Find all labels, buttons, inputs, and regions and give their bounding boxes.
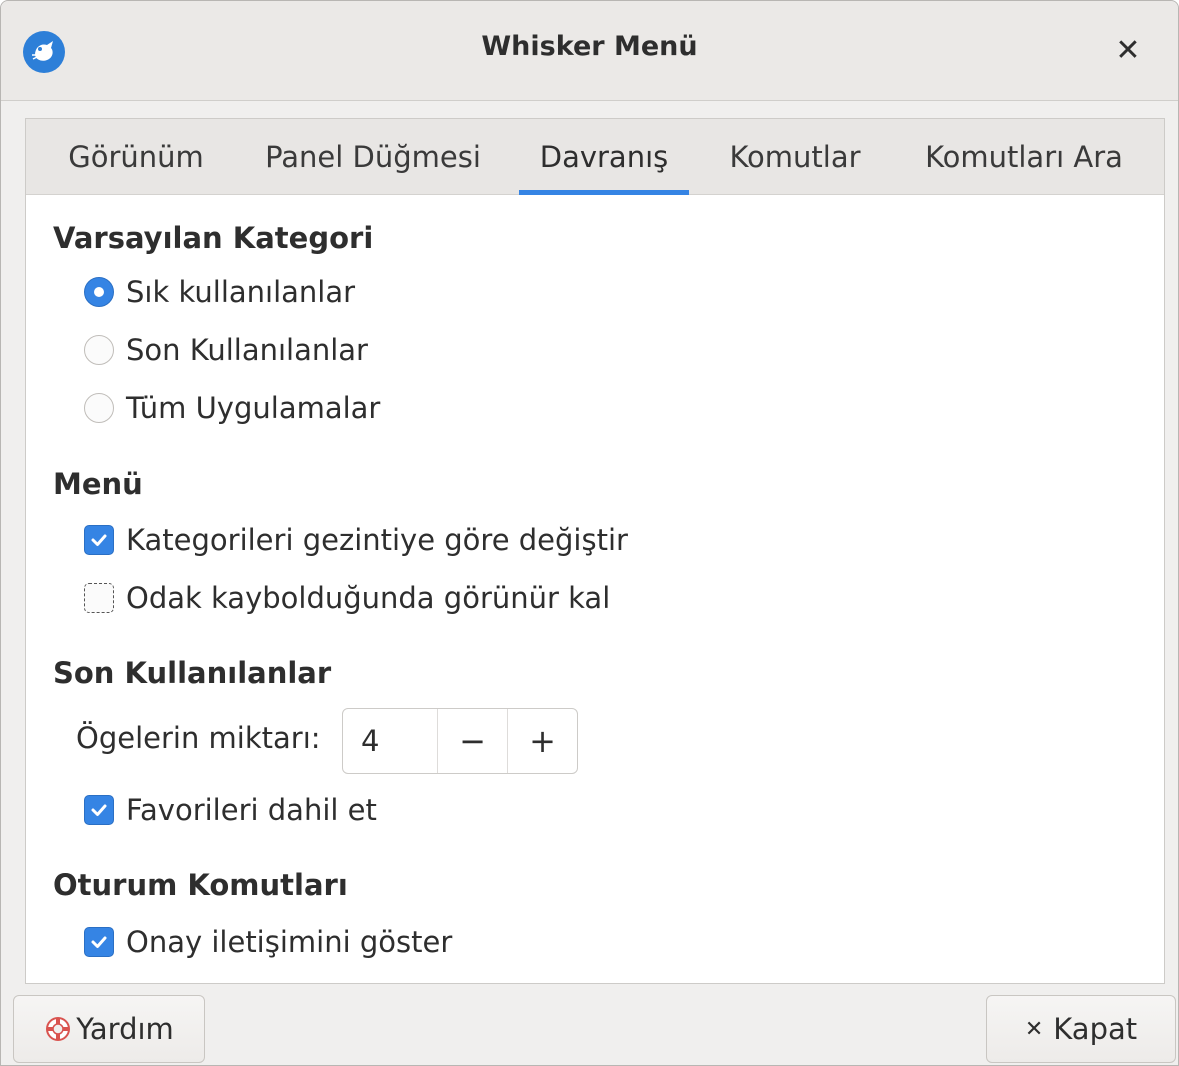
tab-label: Görünüm <box>68 140 204 174</box>
tab-gorunum[interactable]: Görünüm <box>48 119 224 195</box>
radio-recent[interactable]: Son Kullanılanlar <box>84 330 368 370</box>
radio-all-applications[interactable]: Tüm Uygulamalar <box>84 388 380 428</box>
close-icon[interactable]: ✕ <box>1108 31 1148 71</box>
item-amount-label: Ögelerin miktarı: <box>76 721 321 755</box>
checkbox-switch-categories-on-hover[interactable]: Kategorileri gezintiye göre değiştir <box>84 520 628 560</box>
close-icon: ✕ <box>1024 1016 1044 1042</box>
checkbox-checked[interactable] <box>84 927 114 957</box>
checkbox-label: Onay iletişimini göster <box>126 925 453 959</box>
tab-panel-dugmesi[interactable]: Panel Düğmesi <box>248 119 498 195</box>
titlebar[interactable]: Whisker Menü ✕ <box>1 1 1178 101</box>
radio-button-selected[interactable] <box>84 277 114 307</box>
checkmark-icon <box>91 804 107 816</box>
section-recent: Son Kullanılanlar <box>53 656 332 690</box>
radio-button[interactable] <box>84 335 114 365</box>
help-button-label: Yardım <box>76 1012 174 1046</box>
checkbox-unchecked[interactable] <box>84 583 114 613</box>
radio-favorites[interactable]: Sık kullanılanlar <box>84 272 355 312</box>
tab-komutlari-ara[interactable]: Komutları Ara <box>906 119 1142 195</box>
item-amount-input[interactable]: 4 <box>343 709 437 773</box>
checkbox-include-favorites[interactable]: Favorileri dahil et <box>84 790 377 830</box>
tab-label: Panel Düğmesi <box>265 140 481 174</box>
tab-davranis[interactable]: Davranış <box>519 119 689 195</box>
tab-label: Komutları Ara <box>925 140 1123 174</box>
tab-komutlar[interactable]: Komutlar <box>716 119 874 195</box>
checkbox-label: Kategorileri gezintiye göre değiştir <box>126 523 628 557</box>
behavior-tab-content: Varsayılan Kategori Sık kullanılanlar So… <box>26 195 1164 983</box>
tab-label: Komutlar <box>729 140 861 174</box>
radio-label: Sık kullanılanlar <box>126 275 356 309</box>
item-amount-spinbutton[interactable]: 4 − + <box>342 708 578 774</box>
radio-label: Son Kullanılanlar <box>126 333 368 367</box>
help-button[interactable]: Yardım <box>13 995 205 1063</box>
window-title: Whisker Menü <box>481 31 698 62</box>
whisker-menu-settings-window: Whisker Menü ✕ Görünüm Panel Düğmesi Dav… <box>0 0 1179 1066</box>
tab-bar: Görünüm Panel Düğmesi Davranış Komutlar … <box>26 119 1164 195</box>
decrement-button[interactable]: − <box>437 709 507 773</box>
section-session-commands: Oturum Komutları <box>53 868 348 902</box>
close-button[interactable]: ✕ Kapat <box>986 995 1176 1063</box>
checkbox-stay-visible-on-focus-out[interactable]: Odak kaybolduğunda görünür kal <box>84 578 610 618</box>
checkbox-checked[interactable] <box>84 795 114 825</box>
checkbox-label: Odak kaybolduğunda görünür kal <box>126 581 611 615</box>
checkbox-show-confirmation[interactable]: Onay iletişimini göster <box>84 922 452 962</box>
increment-button[interactable]: + <box>507 709 577 773</box>
settings-notebook: Görünüm Panel Düğmesi Davranış Komutlar … <box>25 118 1165 984</box>
checkmark-icon <box>91 534 107 546</box>
checkbox-label: Favorileri dahil et <box>126 793 377 827</box>
tab-label: Davranış <box>539 140 669 174</box>
checkmark-icon <box>91 936 107 948</box>
section-default-category: Varsayılan Kategori <box>53 221 374 255</box>
section-menu: Menü <box>53 467 143 501</box>
radio-label: Tüm Uygulamalar <box>126 391 381 425</box>
radio-button[interactable] <box>84 393 114 423</box>
close-button-label: Kapat <box>1053 1012 1138 1046</box>
lifebuoy-icon <box>44 1015 72 1043</box>
checkbox-checked[interactable] <box>84 525 114 555</box>
